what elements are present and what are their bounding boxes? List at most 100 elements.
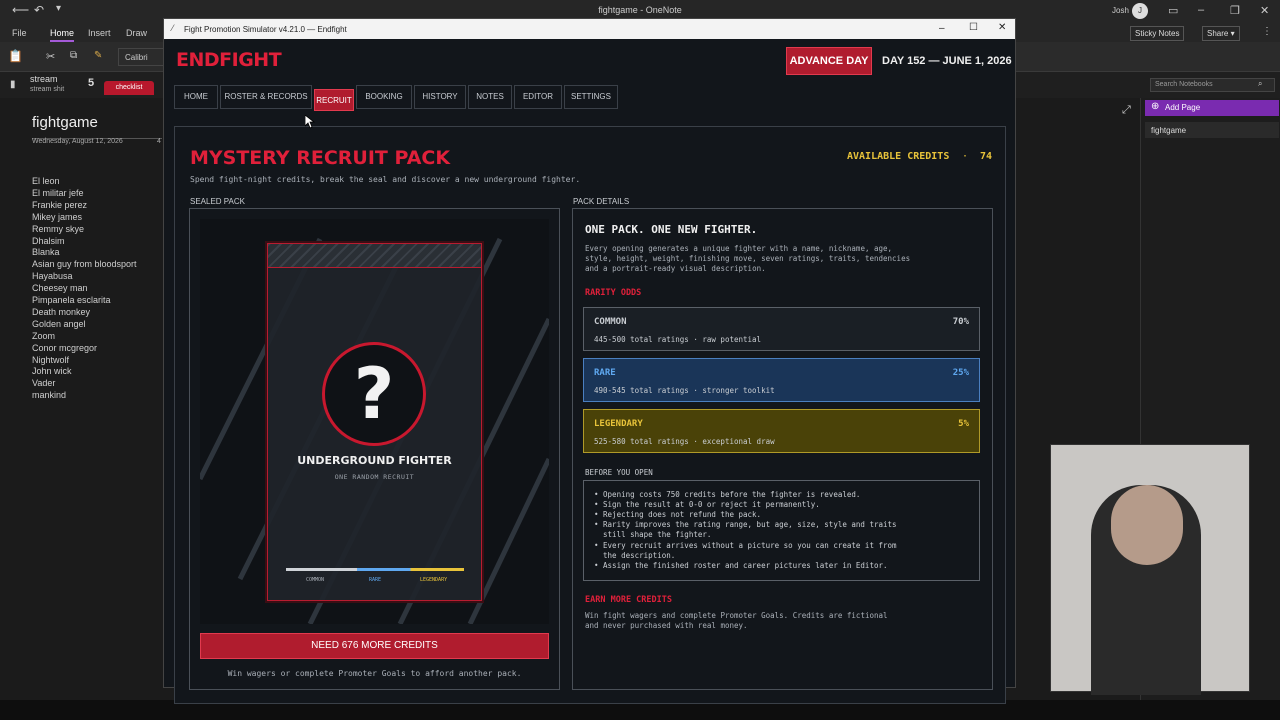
pack-stage: ? UNDERGROUND FIGHTER ONE RANDOM RECRUIT…	[200, 219, 549, 624]
close-icon[interactable]: ✕	[1260, 4, 1269, 17]
search-notebooks-input[interactable]: Search Notebooks	[1150, 78, 1275, 92]
mouse-cursor-icon	[305, 115, 315, 129]
add-page-label: Add Page	[1165, 103, 1201, 112]
rarity-name: LEGENDARY	[594, 419, 643, 429]
rarity-desc: 445-500 total ratings · raw potential	[594, 335, 762, 344]
share-label: Share	[1207, 29, 1229, 38]
sealed-pack-label: SEALED PACK	[190, 197, 245, 206]
tab-file[interactable]: File	[12, 28, 27, 38]
page-subtitle: Spend fight-night credits, break the sea…	[190, 175, 581, 184]
search-icon[interactable]: ⌕	[1258, 79, 1262, 89]
credits-value: 74	[980, 151, 993, 162]
rarity-legendary: LEGENDARY 5% 525-580 total ratings · exc…	[583, 409, 980, 453]
bar-label-legendary: LEGENDARY	[420, 577, 448, 583]
list-item[interactable]: Golden angel	[32, 319, 86, 329]
more-options-icon[interactable]: ⋮	[1262, 26, 1272, 37]
list-item[interactable]: Death monkey	[32, 307, 90, 317]
details-heading: ONE PACK. ONE NEW FIGHTER.	[585, 223, 758, 236]
list-item[interactable]: Nightwolf	[32, 355, 69, 365]
tab-insert[interactable]: Insert	[88, 28, 111, 38]
logo: ENDFIGHT	[176, 49, 282, 71]
list-item[interactable]: Frankie perez	[32, 200, 87, 210]
page-date: Wednesday, August 12, 2026	[32, 138, 123, 145]
pack-card[interactable]: ? UNDERGROUND FIGHTER ONE RANDOM RECRUIT…	[267, 243, 482, 601]
list-item[interactable]: John wick	[32, 366, 72, 376]
list-item[interactable]: Asian guy from bloodsport	[32, 259, 137, 269]
list-item[interactable]: El leon	[32, 176, 60, 186]
list-item[interactable]: Pimpanela esclarita	[32, 295, 111, 305]
sealed-pack-box: ? UNDERGROUND FIGHTER ONE RANDOM RECRUIT…	[189, 208, 560, 690]
list-item[interactable]: El militar jefe	[32, 188, 84, 198]
list-item[interactable]: mankind	[32, 390, 66, 400]
tab-recruit[interactable]: RECRUIT	[314, 89, 354, 111]
details-text: Every opening generates a unique fighter…	[585, 244, 911, 273]
list-item[interactable]: Blanka	[32, 247, 60, 257]
advance-day-button[interactable]: ADVANCE DAY	[786, 47, 872, 75]
need-credits-note: Win wagers or complete Promoter Goals to…	[227, 669, 522, 678]
page-item-fightgame[interactable]: fightgame	[1145, 122, 1279, 138]
rarity-desc: 525-580 total ratings · exceptional draw	[594, 437, 775, 446]
earn-text-line-1: Win fight wagers and complete Promoter G…	[585, 611, 888, 620]
section-tab-checklist[interactable]: checklist	[104, 81, 154, 95]
paste-icon[interactable]: 📋	[8, 49, 23, 63]
streamer-face	[1111, 485, 1183, 565]
notebook-name[interactable]: stream	[30, 74, 58, 84]
rarity-rare: RARE 25% 490-545 total ratings · stronge…	[583, 358, 980, 402]
before-item: • Rejecting does not refund the pack.	[594, 510, 762, 520]
tab-roster[interactable]: ROSTER & RECORDS	[220, 85, 312, 109]
credits-separator: ·	[962, 151, 969, 162]
list-item[interactable]: Mikey james	[32, 212, 82, 222]
tab-home[interactable]: HOME	[174, 85, 218, 109]
tab-settings[interactable]: SETTINGS	[564, 85, 618, 109]
list-item[interactable]: Conor mcgregor	[32, 343, 97, 353]
format-painter-icon[interactable]: ✎	[94, 50, 102, 61]
pack-seal	[268, 244, 481, 268]
list-item[interactable]: Zoom	[32, 331, 55, 341]
user-name: Josh	[1112, 6, 1129, 15]
tab-history[interactable]: HISTORY	[414, 85, 466, 109]
tab-home[interactable]: Home	[50, 28, 75, 42]
before-item: • Every recruit arrives without a pictur…	[594, 540, 897, 550]
day-label: DAY 152 — JUNE 1, 2026	[882, 55, 1012, 67]
feather-icon: ⁄	[172, 23, 174, 33]
before-item: the description.	[594, 550, 676, 560]
before-item: • Assign the finished roster and career …	[594, 560, 888, 570]
list-item[interactable]: Vader	[32, 378, 55, 388]
close-icon[interactable]: ✕	[998, 22, 1006, 33]
webcam-overlay	[1050, 444, 1250, 695]
bar-label-rare: RARE	[369, 577, 382, 583]
list-item[interactable]: Cheesey man	[32, 283, 88, 293]
list-item[interactable]: Remmy skye	[32, 224, 84, 234]
before-box: • Opening costs 750 credits before the f…	[583, 480, 980, 581]
page-time: 4	[157, 138, 161, 145]
add-page-button[interactable]: ⊕ Add Page	[1145, 100, 1279, 116]
list-item[interactable]: Dhalsim	[32, 236, 65, 246]
game-titlebar: ⁄ Fight Promotion Simulator v4.21.0 — En…	[164, 19, 1015, 39]
avatar[interactable]: J	[1132, 3, 1148, 19]
share-button[interactable]: Share ▾	[1202, 26, 1240, 41]
restore-icon[interactable]: ❐	[1230, 4, 1240, 17]
bar-label-common: COMMON	[306, 577, 325, 583]
tab-draw[interactable]: Draw	[126, 28, 147, 38]
rarity-desc: 490-545 total ratings · stronger toolkit	[594, 386, 775, 395]
list-item[interactable]: Hayabusa	[32, 271, 73, 281]
expand-icon[interactable]: ⤢	[1122, 104, 1131, 117]
rarity-percent: 5%	[958, 419, 969, 429]
maximize-icon[interactable]: ☐	[969, 22, 978, 33]
tab-editor[interactable]: EDITOR	[514, 85, 562, 109]
tab-notes[interactable]: NOTES	[468, 85, 512, 109]
notebook-icon[interactable]: ▮	[10, 79, 16, 90]
cut-icon[interactable]: ✂	[46, 50, 55, 63]
font-name-select[interactable]: Calibri	[118, 48, 164, 66]
credits-label: AVAILABLE CREDITS	[847, 151, 950, 162]
rarity-bar	[286, 568, 464, 571]
sticky-notes-button[interactable]: Sticky Notes	[1130, 26, 1185, 41]
tab-booking[interactable]: BOOKING	[356, 85, 412, 109]
copy-icon[interactable]: ⧉	[70, 50, 77, 61]
page-title[interactable]: fightgame	[32, 114, 98, 131]
fullscreen-icon[interactable]: ▭	[1168, 4, 1178, 17]
minimize-icon[interactable]: –	[939, 23, 945, 34]
before-item: • Rarity improves the rating range, but …	[594, 520, 897, 530]
minimize-icon[interactable]: –	[1198, 4, 1204, 16]
need-credits-button[interactable]: NEED 676 MORE CREDITS	[200, 633, 549, 659]
